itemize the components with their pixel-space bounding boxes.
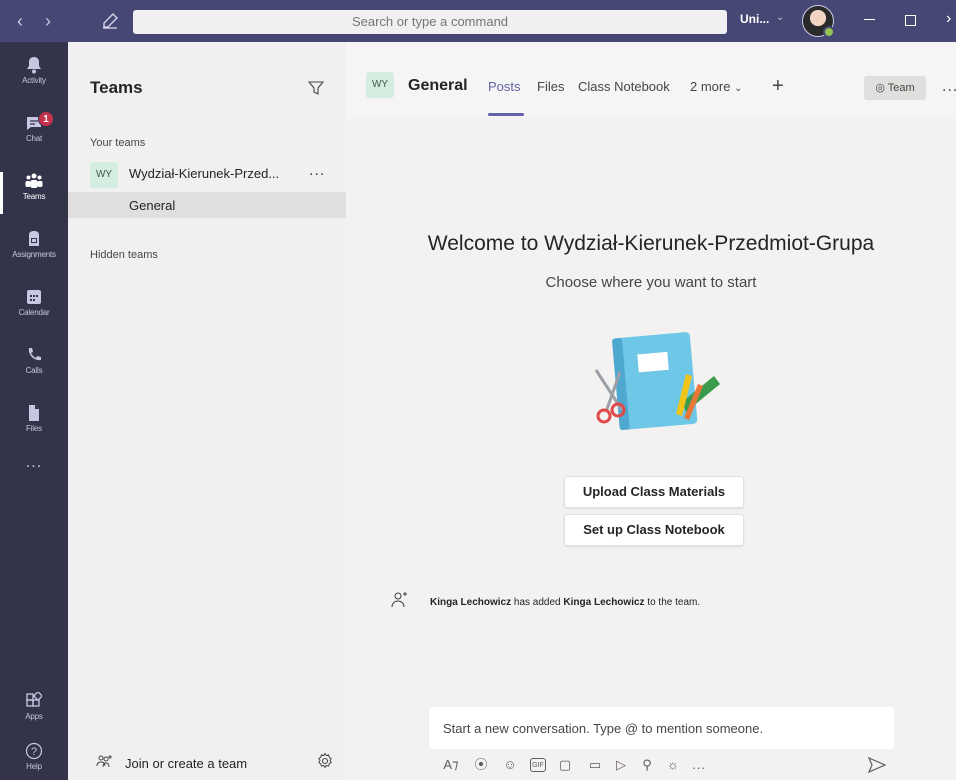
team-view-button[interactable]: ◎ Team [864,76,926,100]
minimize-icon[interactable] [864,19,875,20]
gif-icon[interactable]: GIF [530,758,546,772]
upload-class-materials-button[interactable]: Upload Class Materials [564,476,744,508]
rail-item-calendar[interactable]: Calendar [0,282,68,336]
attach-icon[interactable]: ⦿ [472,756,490,774]
activity-target[interactable]: Kinga Lechowicz [563,597,644,608]
tab-more-label: 2 more [690,79,731,94]
stream-icon[interactable]: ▷ [612,756,630,774]
phone-icon [28,348,41,361]
rail-label: Assignments [12,250,56,259]
back-icon[interactable]: ‹ [8,0,32,42]
send-icon[interactable] [868,757,886,773]
sticker-icon[interactable]: ▢ [556,756,574,774]
team-row[interactable]: WY Wydział-Kierunek-Przed... ... [68,158,346,190]
activity-suffix: to the team. [647,597,701,608]
calendar-icon [27,290,41,304]
chevron-down-icon: ⌄ [734,83,743,94]
assignments-icon [29,231,39,246]
unread-badge: 1 [38,111,54,127]
tab-posts[interactable]: Posts [488,79,521,94]
tab-more[interactable]: 2 more ⌄ [690,79,742,94]
person-added-icon [391,592,407,608]
close-icon[interactable]: › [946,10,951,28]
rail-item-apps[interactable]: Apps [0,686,68,740]
presence-available-icon [823,26,835,38]
more-tools-icon[interactable]: ... [690,756,708,774]
rail-label: Calendar [18,308,50,317]
apps-icon [26,692,42,707]
channel-name: General [129,198,176,213]
rail-item-help[interactable]: ? Help [0,736,68,780]
sun-icon[interactable]: ☼ [664,756,682,774]
bell-icon [27,57,41,74]
search-input[interactable] [133,10,727,34]
svg-text:?: ? [31,746,37,758]
more-apps-icon[interactable]: ... [0,454,68,472]
welcome-title: Welcome to Wydział-Kierunek-Przedmiot-Gr… [427,232,875,255]
file-icon [29,405,39,421]
format-icon[interactable]: A⁊ [442,756,460,774]
activity-message: Kinga Lechowicz has added Kinga Lechowic… [430,597,700,608]
active-tab-indicator [488,113,524,116]
add-tab-icon[interactable]: + [772,75,784,98]
rail-item-assignments[interactable]: Assignments [0,224,68,278]
compose-icon[interactable] [100,11,120,31]
more-options-icon[interactable]: ... [942,78,956,96]
filter-icon[interactable] [308,80,324,96]
rail-label: Chat [25,134,43,143]
channel-main: WY General Posts Files Class Notebook 2 … [346,42,956,780]
welcome-subtitle: Choose where you want to start [545,274,757,291]
team-avatar: WY [90,162,118,188]
emoji-icon[interactable]: ☺ [501,756,519,774]
rail-label: Apps [25,712,43,721]
team-name: Wydział-Kierunek-Przed... [129,166,280,181]
hidden-teams-label[interactable]: Hidden teams [90,249,158,261]
rail-item-activity[interactable]: Activity [0,50,68,104]
class-notebook-illustration [594,332,720,431]
message-composer [429,707,894,749]
rail-item-files[interactable]: Files [0,398,68,452]
org-switcher-label[interactable]: Uni... [740,12,769,26]
add-team-icon [96,755,112,768]
help-icon: ? [25,742,43,760]
app-rail: Activity Chat 1 Teams Assignments Calend… [0,42,68,780]
new-conversation-input[interactable] [443,721,883,736]
panel-title: Teams [90,78,143,97]
forward-icon[interactable]: › [36,0,60,42]
team-button-label: Team [887,82,915,94]
teams-panel: Teams Your teams WY Wydział-Kierunek-Prz… [68,42,346,780]
rail-item-chat[interactable]: Chat 1 [0,108,68,162]
your-teams-label: Your teams [90,137,146,149]
tab-files[interactable]: Files [537,79,564,94]
rail-item-teams[interactable]: Teams [0,166,68,220]
join-label: Join or create a team [125,756,248,771]
rail-label: Files [26,424,42,433]
tab-class-notebook[interactable]: Class Notebook [578,79,670,94]
eye-icon: ◎ [875,82,885,94]
rail-label: Activity [22,76,46,85]
rail-item-calls[interactable]: Calls [0,340,68,394]
title-bar: ‹ › Uni... ⌄ › [0,0,956,42]
activity-verb: has added [513,597,561,608]
rail-label: Teams [22,192,46,201]
rail-label: Help [26,762,42,771]
channel-title: General [408,77,468,94]
chevron-down-icon[interactable]: ⌄ [776,12,784,23]
join-or-create-team-button[interactable]: Join or create a team [68,750,346,776]
gear-icon[interactable] [316,752,334,770]
activity-actor[interactable]: Kinga Lechowicz [430,597,511,608]
teams-icon [25,173,43,188]
maximize-icon[interactable] [905,15,916,26]
set-up-class-notebook-button[interactable]: Set up Class Notebook [564,514,744,546]
rail-label: Calls [25,366,43,375]
praise-icon[interactable]: ⚲ [638,756,656,774]
channel-header: WY General Posts Files Class Notebook 2 … [346,42,956,118]
channel-item-general[interactable]: General [68,192,346,218]
meet-now-icon[interactable]: ▭ [586,756,604,774]
channel-team-avatar: WY [366,72,394,98]
team-more-options-icon[interactable]: ... [309,162,325,180]
